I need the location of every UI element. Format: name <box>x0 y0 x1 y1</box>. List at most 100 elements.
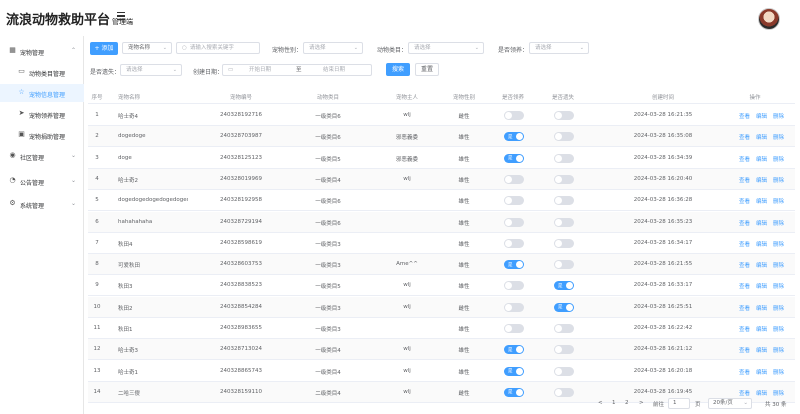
end-date[interactable]: 结束日期 <box>323 65 345 75</box>
delete-button[interactable]: 删除 <box>773 346 784 354</box>
view-button[interactable]: 查看 <box>739 112 750 120</box>
adopted-switch[interactable]: 是 <box>504 387 524 397</box>
lost-switch[interactable]: 否 <box>554 324 574 333</box>
delete-button[interactable]: 删除 <box>773 112 784 120</box>
delete-button[interactable]: 删除 <box>773 219 784 227</box>
lost-select[interactable]: 请选择 ⌄ <box>120 64 182 76</box>
edit-button[interactable]: 编辑 <box>756 389 767 397</box>
view-button[interactable]: 查看 <box>739 368 750 376</box>
view-button[interactable]: 查看 <box>739 176 750 184</box>
adopted-switch[interactable]: 否 <box>504 281 524 291</box>
adopted-switch[interactable]: 否 <box>504 196 524 206</box>
category-select[interactable]: 请选择 ⌄ <box>408 42 484 54</box>
menu-toggle-icon[interactable] <box>117 12 125 21</box>
lost-switch[interactable]: 否 <box>554 174 574 184</box>
lost-switch[interactable]: 否 <box>554 196 574 206</box>
adopted-switch[interactable]: 是 <box>504 153 524 163</box>
delete-button[interactable]: 删除 <box>773 325 784 333</box>
next-page-button[interactable]: > <box>639 400 644 406</box>
sidebar-item[interactable]: ▣ 宠物捐助管理 <box>0 126 84 144</box>
sidebar-item[interactable]: ◉ 社区管理 ⌄ <box>0 147 84 165</box>
view-button[interactable]: 查看 <box>739 197 750 205</box>
delete-button[interactable]: 删除 <box>773 155 784 163</box>
prev-page-button[interactable]: < <box>598 400 603 406</box>
delete-button[interactable]: 删除 <box>773 176 784 184</box>
edit-button[interactable]: 编辑 <box>756 261 767 269</box>
view-button[interactable]: 查看 <box>739 133 750 141</box>
table-row: 12 哈士奇3 240328713024 一级类目4 wlj 雄性 是 否 2024-03-28… <box>88 339 795 361</box>
edit-button[interactable]: 编辑 <box>756 155 767 163</box>
view-button[interactable]: 查看 <box>739 325 750 333</box>
adopted-select[interactable]: 请选择 ⌄ <box>529 42 589 54</box>
edit-button[interactable]: 编辑 <box>756 197 767 205</box>
edit-button[interactable]: 编辑 <box>756 112 767 120</box>
view-button[interactable]: 查看 <box>739 261 750 269</box>
view-button[interactable]: 查看 <box>739 219 750 227</box>
sidebar-item[interactable]: ➤ 宠物领养管理 <box>0 105 84 123</box>
search-button[interactable]: 搜索 <box>386 63 410 76</box>
search-input[interactable]: ○ 请输入搜索关键字 <box>176 42 260 54</box>
sidebar-item[interactable]: ▭ 动物类目管理 <box>0 63 84 81</box>
edit-button[interactable]: 编辑 <box>756 368 767 376</box>
lost-switch[interactable]: 否 <box>554 345 574 355</box>
view-button[interactable]: 查看 <box>739 346 750 354</box>
page-1-button[interactable]: 1 <box>612 400 616 406</box>
adopted-switch[interactable]: 否 <box>504 174 524 184</box>
adopted-switch[interactable]: 否 <box>504 111 524 120</box>
lost-switch[interactable]: 否 <box>554 366 574 376</box>
edit-button[interactable]: 编辑 <box>756 304 767 312</box>
edit-button[interactable]: 编辑 <box>756 346 767 354</box>
view-button[interactable]: 查看 <box>739 240 750 248</box>
lost-switch[interactable]: 否 <box>554 217 574 227</box>
lost-switch[interactable]: 否 <box>554 260 574 270</box>
edit-button[interactable]: 编辑 <box>756 176 767 184</box>
adopted-switch[interactable]: 否 <box>504 217 524 227</box>
lost-switch[interactable]: 是 <box>554 302 574 312</box>
edit-button[interactable]: 编辑 <box>756 219 767 227</box>
date-range-picker[interactable]: ▭ 开始日期 至 结束日期 <box>222 64 372 76</box>
adopted-switch[interactable]: 是 <box>504 132 524 142</box>
sidebar-item[interactable]: ◔ 公告管理 ⌄ <box>0 172 84 190</box>
delete-button[interactable]: 删除 <box>773 133 784 141</box>
start-date[interactable]: 开始日期 <box>249 65 271 75</box>
lost-switch[interactable]: 否 <box>554 111 574 120</box>
lost-switch[interactable]: 是 <box>554 281 574 291</box>
lost-switch[interactable]: 否 <box>554 238 574 248</box>
reset-button[interactable]: 重置 <box>415 63 439 76</box>
adopted-switch[interactable]: 否 <box>504 324 524 333</box>
view-button[interactable]: 查看 <box>739 304 750 312</box>
delete-button[interactable]: 删除 <box>773 304 784 312</box>
page-2-button[interactable]: 2 <box>625 400 629 406</box>
delete-button[interactable]: 删除 <box>773 197 784 205</box>
page-size-select[interactable]: 20条/页 ⌄ <box>708 398 752 409</box>
edit-button[interactable]: 编辑 <box>756 325 767 333</box>
cell-name: 哈士奇3 <box>118 348 138 355</box>
delete-button[interactable]: 删除 <box>773 368 784 376</box>
add-button[interactable]: + 添加 <box>90 42 118 55</box>
delete-button[interactable]: 删除 <box>773 282 784 290</box>
edit-button[interactable]: 编辑 <box>756 240 767 248</box>
adopted-switch[interactable]: 否 <box>504 238 524 248</box>
lost-switch[interactable]: 否 <box>554 132 574 142</box>
search-field-select[interactable]: 宠物名称 ⌄ <box>122 42 172 54</box>
adopted-switch[interactable]: 是 <box>504 366 524 376</box>
adopted-switch[interactable]: 是 <box>504 260 524 270</box>
delete-button[interactable]: 删除 <box>773 240 784 248</box>
avatar[interactable] <box>758 8 780 30</box>
view-button[interactable]: 查看 <box>739 389 750 397</box>
delete-button[interactable]: 删除 <box>773 389 784 397</box>
lost-switch[interactable]: 否 <box>554 153 574 163</box>
edit-button[interactable]: 编辑 <box>756 282 767 290</box>
delete-button[interactable]: 删除 <box>773 261 784 269</box>
view-button[interactable]: 查看 <box>739 155 750 163</box>
adopted-switch[interactable]: 是 <box>504 345 524 355</box>
gender-select[interactable]: 请选择 ⌄ <box>303 42 363 54</box>
goto-page-input[interactable]: 1 <box>668 398 690 409</box>
edit-button[interactable]: 编辑 <box>756 133 767 141</box>
sidebar-item[interactable]: ⚙ 系统管理 ⌄ <box>0 195 84 213</box>
lost-switch[interactable]: 否 <box>554 387 574 397</box>
sidebar-item[interactable]: ☆ 宠物信息管理 <box>0 84 84 102</box>
view-button[interactable]: 查看 <box>739 282 750 290</box>
sidebar-item[interactable]: ▦ 宠物管理 ⌃ <box>0 42 84 60</box>
adopted-switch[interactable]: 否 <box>504 302 524 312</box>
